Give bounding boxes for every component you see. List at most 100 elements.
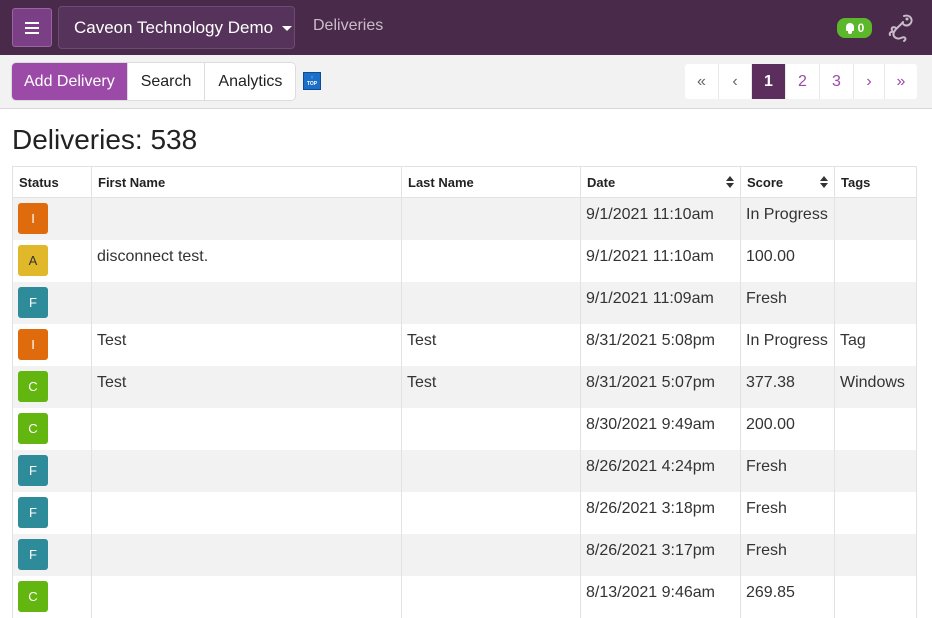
sort-icon[interactable] (820, 176, 828, 190)
hamburger-icon (25, 21, 39, 34)
status-cell: C (12, 575, 92, 618)
table-row[interactable]: Adisconnect test. 9/1/2021 11:10am 100.00 (12, 239, 917, 282)
first-name-cell (91, 449, 402, 492)
first-name-cell (91, 491, 402, 534)
pager-page-2[interactable]: 2 (786, 64, 820, 99)
last-name-cell (401, 449, 581, 492)
table-row[interactable]: C Test Test 8/31/2021 5:07pm 377.38 Windows (12, 365, 917, 408)
tags-cell (834, 491, 917, 534)
last-name-cell (401, 239, 581, 282)
breadcrumb[interactable]: Deliveries (313, 17, 383, 35)
date-cell: 8/26/2021 3:18pm (580, 491, 741, 534)
score-cell: Fresh (740, 491, 835, 534)
first-name-cell (91, 281, 402, 324)
status-cell: F (12, 281, 92, 324)
date-cell: 9/1/2021 11:09am (580, 281, 741, 324)
score-cell: 200.00 (740, 407, 835, 450)
table-row[interactable]: C 8/13/2021 9:46am 269.85 (12, 575, 917, 618)
first-name-cell (91, 197, 402, 240)
organization-name: Caveon Technology Demo (74, 17, 274, 37)
score-cell: 377.38 (740, 365, 835, 408)
first-name-cell: Test (91, 323, 402, 366)
top-navbar: Caveon Technology Demo Deliveries 0 (0, 0, 932, 55)
tags-cell (834, 239, 917, 282)
status-cell: I (12, 197, 92, 240)
table-row[interactable]: I Test Test 8/31/2021 5:08pm In Progress Tag (12, 323, 917, 366)
table-header-row: Status First Name Last Name Date Score T… (12, 166, 917, 198)
hamburger-menu-button[interactable] (12, 8, 52, 47)
status-cell: C (12, 407, 92, 450)
status-badge[interactable]: A (18, 244, 48, 276)
last-name-cell (401, 533, 581, 576)
notification-count: 0 (857, 21, 865, 35)
date-cell: 8/26/2021 3:17pm (580, 533, 741, 576)
date-cell: 8/31/2021 5:07pm (580, 365, 741, 408)
first-name-cell (91, 575, 402, 618)
tags-cell: Windows (834, 365, 917, 408)
score-cell: In Progress (740, 323, 835, 366)
last-name-cell (401, 575, 581, 618)
add-delivery-button[interactable]: Add Delivery (12, 63, 128, 100)
first-name-cell (91, 407, 402, 450)
last-name-cell: Test (401, 365, 581, 408)
toolbar: Add Delivery Search Analytics ↑ TOP « ‹ … (0, 55, 932, 109)
status-cell: F (12, 449, 92, 492)
table-row[interactable]: F 8/26/2021 3:18pm Fresh (12, 491, 917, 534)
column-header-date[interactable]: Date (580, 166, 741, 198)
search-button[interactable]: Search (127, 63, 206, 100)
status-badge[interactable]: I (18, 328, 48, 360)
table-row[interactable]: F 8/26/2021 3:17pm Fresh (12, 533, 917, 576)
date-cell: 8/26/2021 4:24pm (580, 449, 741, 492)
sort-icon[interactable] (726, 176, 734, 190)
deliveries-table: Status First Name Last Name Date Score T… (12, 166, 917, 618)
organization-dropdown[interactable]: Caveon Technology Demo (58, 6, 295, 49)
status-badge[interactable]: C (18, 412, 48, 444)
score-cell: Fresh (740, 281, 835, 324)
last-name-cell (401, 407, 581, 450)
last-name-cell (401, 197, 581, 240)
date-cell: 8/31/2021 5:08pm (580, 323, 741, 366)
first-name-cell: disconnect test. (91, 239, 402, 282)
status-badge[interactable]: I (18, 203, 48, 234)
date-cell: 8/13/2021 9:46am (580, 575, 741, 618)
status-badge[interactable]: F (18, 286, 48, 318)
column-header-date-label: Date (587, 174, 616, 190)
page-title: Deliveries: 538 (12, 124, 198, 155)
column-header-tags: Tags (834, 166, 917, 198)
pager-first-button[interactable]: « (685, 64, 719, 99)
table-row[interactable]: F 8/26/2021 4:24pm Fresh (12, 449, 917, 492)
tags-cell (834, 575, 917, 618)
pager-page-1[interactable]: 1 (752, 64, 786, 99)
status-badge[interactable]: F (18, 538, 48, 570)
status-badge[interactable]: C (18, 370, 48, 402)
tags-cell (834, 449, 917, 492)
pager-last-button[interactable]: » (885, 64, 917, 99)
column-header-last-name: Last Name (401, 166, 581, 198)
pager-page-3[interactable]: 3 (820, 64, 854, 99)
status-badge[interactable]: F (18, 496, 48, 528)
date-cell: 9/1/2021 11:10am (580, 197, 741, 240)
score-cell: 100.00 (740, 239, 835, 282)
column-header-score[interactable]: Score (740, 166, 835, 198)
status-cell: F (12, 491, 92, 534)
table-row[interactable]: I 9/1/2021 11:10am In Progress (12, 197, 917, 240)
last-name-cell: Test (401, 323, 581, 366)
scorpion-logo-icon[interactable] (886, 12, 916, 44)
last-name-cell (401, 491, 581, 534)
first-name-cell (91, 533, 402, 576)
pager-next-button[interactable]: › (854, 64, 885, 99)
status-badge[interactable]: C (18, 580, 48, 612)
status-cell: I (12, 323, 92, 366)
analytics-button[interactable]: Analytics (205, 63, 296, 100)
notifications-badge[interactable]: 0 (837, 18, 872, 38)
pager-prev-button[interactable]: ‹ (719, 64, 752, 99)
tags-cell (834, 407, 917, 450)
date-cell: 8/30/2021 9:49am (580, 407, 741, 450)
scroll-to-top-icon[interactable]: ↑ TOP (303, 72, 321, 90)
caret-down-icon (282, 26, 293, 31)
status-badge[interactable]: F (18, 454, 48, 486)
column-header-status: Status (12, 166, 92, 198)
table-row[interactable]: C 8/30/2021 9:49am 200.00 (12, 407, 917, 450)
table-row[interactable]: F 9/1/2021 11:09am Fresh (12, 281, 917, 324)
score-cell: Fresh (740, 533, 835, 576)
